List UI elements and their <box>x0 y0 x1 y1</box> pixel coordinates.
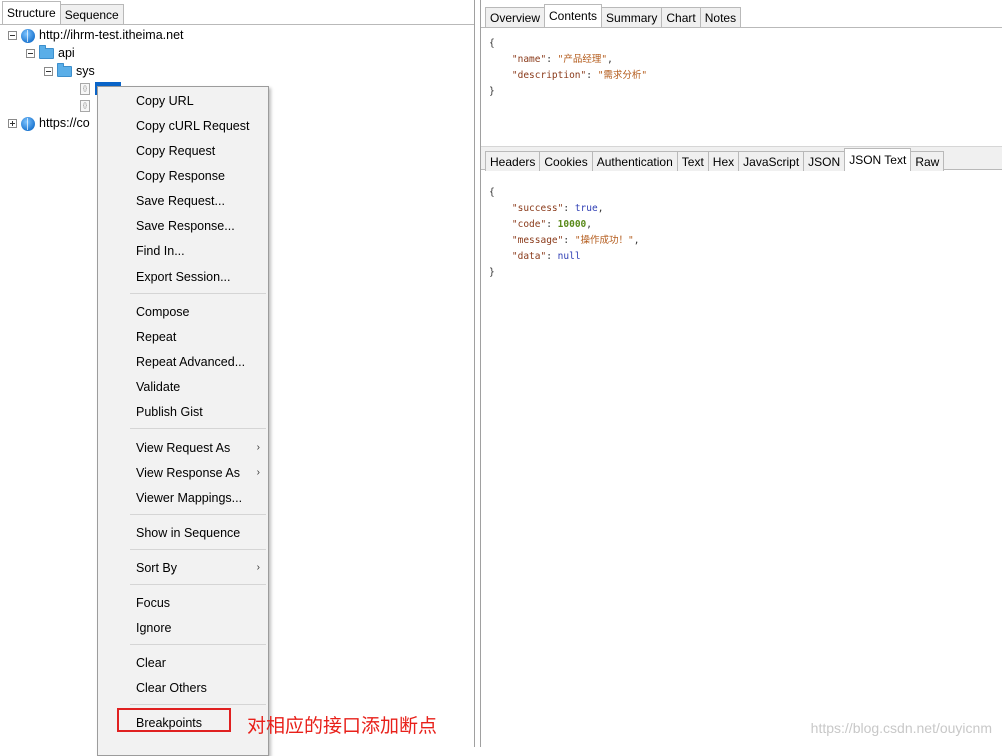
menu-separator <box>130 584 266 585</box>
json-key: "message" <box>511 235 564 246</box>
tab-text[interactable]: Text <box>676 151 709 171</box>
menu-separator <box>130 644 266 645</box>
inspector-pane: Overview Contents Summary Chart Notes { … <box>480 0 1002 747</box>
collapse-icon[interactable] <box>8 31 17 41</box>
json-value: "操作成功！" <box>574 235 634 246</box>
annotation-text: 对相应的接口添加断点 <box>247 715 438 737</box>
tab-javascript[interactable]: JavaScript <box>738 151 805 171</box>
tree-node-api[interactable]: api <box>26 45 75 61</box>
tab-notes[interactable]: Notes <box>699 7 742 27</box>
menu-separator <box>130 293 266 294</box>
menu-copy-curl-request[interactable]: Copy cURL Request <box>136 116 264 136</box>
tabbar-divider <box>0 24 474 25</box>
file-icon: {} <box>80 82 90 95</box>
tab-authentication[interactable]: Authentication <box>591 151 678 171</box>
menu-save-request[interactable]: Save Request... <box>136 191 264 211</box>
tree-node-host2[interactable]: https://co <box>8 115 90 131</box>
menu-export-session[interactable]: Export Session... <box>136 267 264 287</box>
menu-focus[interactable]: Focus <box>136 593 264 613</box>
tab-summary[interactable]: Summary <box>601 7 663 27</box>
tab-hex[interactable]: Hex <box>707 151 740 171</box>
menu-copy-response[interactable]: Copy Response <box>136 166 264 186</box>
menu-separator <box>130 549 266 550</box>
menu-view-request-as[interactable]: View Request As › <box>136 438 264 458</box>
tabbar-divider <box>481 27 1002 28</box>
menu-clear-others[interactable]: Clear Others <box>136 678 264 698</box>
menu-find-in[interactable]: Find In... <box>136 241 264 261</box>
menu-separator <box>130 704 266 705</box>
menu-separator <box>130 514 266 515</box>
api-folder-label: api <box>58 46 75 60</box>
json-value: "产品经理" <box>557 54 608 65</box>
globe-icon <box>21 116 35 131</box>
collapse-icon[interactable] <box>26 49 35 59</box>
tab-structure[interactable]: Structure <box>2 1 61 24</box>
tree-node-sys[interactable]: sys <box>44 63 95 79</box>
json-value: 10000 <box>557 219 587 230</box>
json-brace: { <box>489 38 495 49</box>
menu-publish-gist[interactable]: Publish Gist <box>136 402 264 422</box>
tree-node-request-2[interactable]: {} <box>80 97 90 113</box>
folder-icon <box>39 45 54 60</box>
tab-cookies[interactable]: Cookies <box>539 151 593 171</box>
file-icon: {} <box>80 99 90 112</box>
menu-repeat-advanced[interactable]: Repeat Advanced... <box>136 352 264 372</box>
collapse-icon[interactable] <box>44 67 53 77</box>
tree-node-host1[interactable]: http://ihrm-test.itheima.net <box>8 27 184 43</box>
tab-headers[interactable]: Headers <box>485 151 541 171</box>
tab-contents[interactable]: Contents <box>544 4 603 27</box>
breakpoints-highlight-box <box>117 708 231 732</box>
menu-sort-by[interactable]: Sort By › <box>136 558 264 578</box>
response-tabbar: Headers Cookies Authentication Text Hex … <box>485 147 945 171</box>
menu-view-response-as[interactable]: View Response As › <box>136 463 264 483</box>
menu-show-in-sequence[interactable]: Show in Sequence <box>136 523 264 543</box>
menu-ignore[interactable]: Ignore <box>136 618 264 638</box>
menu-separator <box>130 428 266 429</box>
globe-icon <box>21 28 35 43</box>
json-key: "data" <box>511 251 547 262</box>
json-key: "description" <box>511 70 587 81</box>
json-key: "name" <box>511 54 547 65</box>
menu-copy-url[interactable]: Copy URL <box>136 91 264 111</box>
folder-icon <box>57 63 72 78</box>
menu-viewer-mappings[interactable]: Viewer Mappings... <box>136 488 264 508</box>
menu-save-response[interactable]: Save Response... <box>136 216 264 236</box>
watermark: https://blog.csdn.net/ouyicnm <box>810 720 992 736</box>
menu-compose[interactable]: Compose <box>136 302 264 322</box>
response-body: { "success": true, "code": 10000, "messa… <box>489 187 640 278</box>
menu-clear[interactable]: Clear <box>136 653 264 673</box>
menu-view-request-as-label: View Request As <box>136 441 231 455</box>
menu-view-response-as-label: View Response As <box>136 466 240 480</box>
menu-copy-request[interactable]: Copy Request <box>136 141 264 161</box>
submenu-arrow-icon: › <box>256 467 260 478</box>
json-value: "需求分析" <box>597 70 648 81</box>
json-brace: { <box>489 187 495 198</box>
menu-repeat[interactable]: Repeat <box>136 327 264 347</box>
sys-folder-label: sys <box>76 64 95 78</box>
request-body: { "name": "产品经理", "description": "需求分析" … <box>489 38 648 97</box>
expand-icon[interactable] <box>8 119 17 129</box>
tab-raw[interactable]: Raw <box>910 151 945 171</box>
json-key: "code" <box>511 219 547 230</box>
submenu-arrow-icon: › <box>256 562 260 573</box>
json-brace: } <box>489 86 495 97</box>
context-menu: Copy URL Copy cURL Request Copy Request … <box>97 86 269 756</box>
json-key: "success" <box>511 203 564 214</box>
json-value: null <box>557 251 581 262</box>
menu-validate[interactable]: Validate <box>136 377 264 397</box>
tab-json-text[interactable]: JSON Text <box>844 148 912 171</box>
host1-label: http://ihrm-test.itheima.net <box>39 28 184 42</box>
tab-chart[interactable]: Chart <box>661 7 701 27</box>
tab-sequence[interactable]: Sequence <box>59 4 124 24</box>
request-tabbar: Overview Contents Summary Chart Notes <box>485 3 742 27</box>
submenu-arrow-icon: › <box>256 442 260 453</box>
json-brace: } <box>489 267 495 278</box>
tab-json[interactable]: JSON <box>803 151 846 171</box>
left-tabbar: Structure Sequence <box>2 0 124 24</box>
menu-sort-by-label: Sort By <box>136 561 177 575</box>
tab-overview[interactable]: Overview <box>485 7 546 27</box>
host2-label: https://co <box>39 116 90 130</box>
json-value: true <box>574 203 598 214</box>
